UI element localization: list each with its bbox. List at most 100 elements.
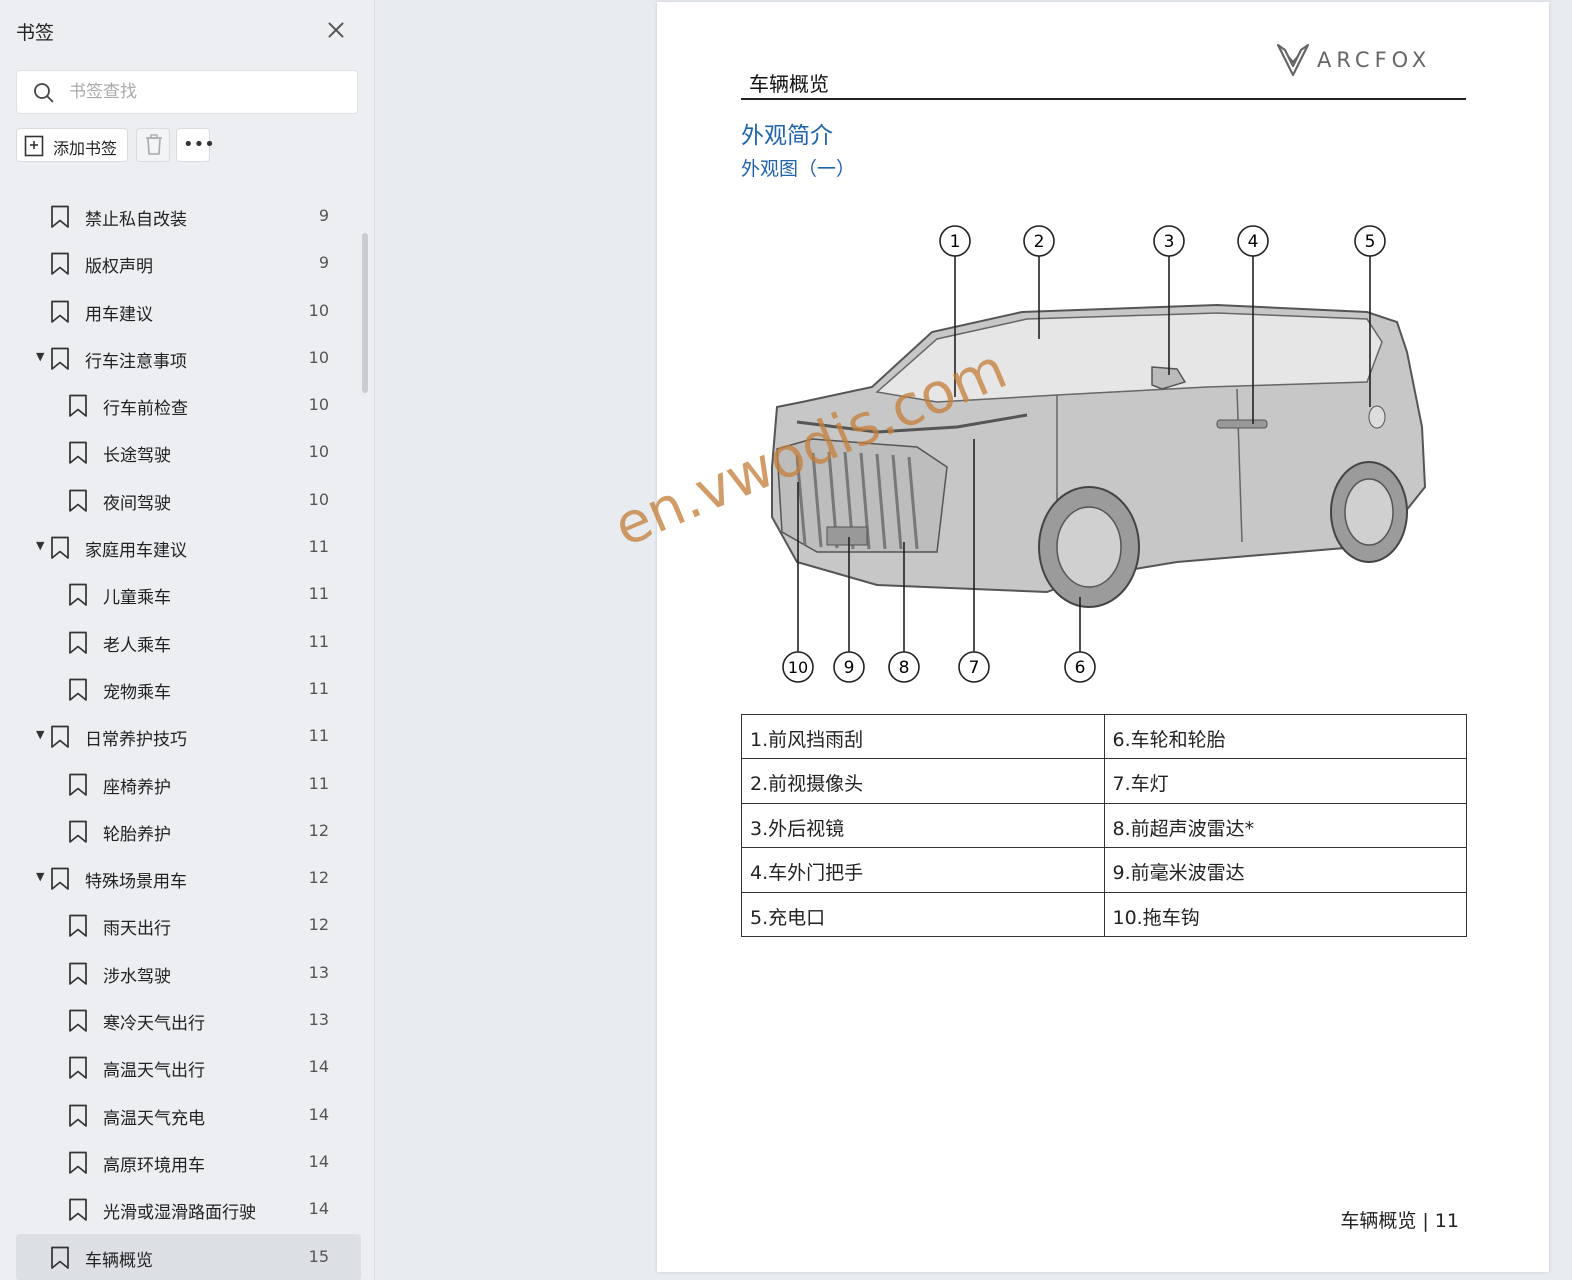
expand-caret-icon[interactable]: ▼ bbox=[36, 539, 44, 552]
close-icon[interactable] bbox=[322, 16, 350, 44]
bookmark-page-number: 11 bbox=[308, 773, 329, 793]
bookmark-item[interactable]: 夜间驾驶 10 bbox=[16, 477, 361, 524]
brand-name: ARCFOX bbox=[1317, 48, 1432, 72]
more-options-button[interactable]: ••• bbox=[176, 128, 215, 162]
add-bookmark-label: 添加书签 bbox=[53, 139, 118, 158]
bookmark-item[interactable]: 雨天出行 12 bbox=[16, 902, 361, 949]
table-cell: 2.前视摄像头 bbox=[741, 758, 1105, 804]
bookmark-item[interactable]: ▼ 家庭用车建议 11 bbox=[16, 524, 361, 571]
bookmark-item[interactable]: 用车建议 10 bbox=[16, 288, 361, 335]
callout-top-2: 2 bbox=[1023, 225, 1055, 257]
table-cell: 8.前超声波雷达* bbox=[1103, 802, 1467, 849]
bookmark-item[interactable]: 座椅养护 11 bbox=[16, 761, 361, 808]
expand-caret-icon[interactable]: ▼ bbox=[36, 728, 44, 741]
bookmark-label: 家庭用车建议 bbox=[85, 541, 187, 562]
sidebar-scrollbar[interactable] bbox=[362, 233, 368, 393]
bookmark-label: 版权声明 bbox=[85, 257, 153, 278]
callout-bottom-6: 6 bbox=[1064, 651, 1096, 683]
svg-text:9: 9 bbox=[844, 658, 855, 678]
bookmark-label: 座椅养护 bbox=[103, 777, 171, 798]
callout-bottom-10: 10 bbox=[782, 651, 814, 683]
bookmark-list: 禁止私自改装 9 版权声明 9 用车建议 10 ▼ 行车注意事项 10 行车前检查 10 长途驾驶 10… bbox=[16, 193, 361, 1280]
bookmark-item[interactable]: ▼ 日常养护技巧 11 bbox=[16, 713, 361, 760]
bookmark-item[interactable]: 长途驾驶 10 bbox=[16, 429, 361, 476]
bookmark-icon bbox=[69, 1151, 87, 1174]
bookmark-label: 儿童乘车 bbox=[103, 588, 171, 609]
search-icon bbox=[34, 83, 54, 103]
bookmark-page-number: 11 bbox=[308, 678, 329, 698]
callout-bottom-7: 7 bbox=[958, 651, 990, 683]
bookmark-label: 用车建议 bbox=[85, 304, 153, 325]
bookmark-label: 行车注意事项 bbox=[85, 351, 187, 372]
bookmark-item[interactable]: 高原环境用车 14 bbox=[16, 1139, 361, 1186]
bookmark-item[interactable]: 儿童乘车 11 bbox=[16, 571, 361, 618]
bookmark-page-number: 11 bbox=[308, 726, 329, 746]
callout-bottom-8: 8 bbox=[888, 651, 920, 683]
bookmark-item[interactable]: 涉水驾驶 13 bbox=[16, 950, 361, 997]
sidebar-header: 书签 bbox=[16, 14, 358, 46]
callout-top-5: 5 bbox=[1354, 225, 1386, 257]
bookmark-page-number: 14 bbox=[308, 1104, 329, 1124]
bookmark-icon bbox=[69, 820, 87, 843]
page-footer: 车辆概览 | 11 bbox=[1340, 1210, 1459, 1232]
svg-text:1: 1 bbox=[950, 232, 961, 252]
bookmark-item[interactable]: 老人乘车 11 bbox=[16, 619, 361, 666]
svg-text:3: 3 bbox=[1164, 232, 1175, 252]
bookmark-icon bbox=[51, 347, 69, 370]
bookmark-item[interactable]: 禁止私自改装 9 bbox=[16, 193, 361, 240]
bookmark-label: 禁止私自改装 bbox=[85, 210, 187, 230]
bookmark-item[interactable]: 车辆概览 15 bbox=[16, 1233, 361, 1280]
expand-caret-icon[interactable]: ▼ bbox=[36, 350, 44, 363]
table-row: 2.前视摄像头 7.车灯 bbox=[741, 758, 1467, 804]
bookmark-label: 长途驾驶 bbox=[103, 446, 171, 467]
bookmark-label: 日常养护技巧 bbox=[85, 730, 187, 751]
bookmark-label: 特殊场景用车 bbox=[85, 872, 187, 893]
table-cell: 1.前风挡雨刮 bbox=[741, 713, 1105, 760]
expand-caret-icon[interactable]: ▼ bbox=[36, 870, 44, 883]
sidebar-title: 书签 bbox=[16, 22, 55, 44]
bookmark-item[interactable]: 宠物乘车 11 bbox=[16, 666, 361, 713]
bookmark-item[interactable]: 光滑或湿滑路面行驶 14 bbox=[16, 1186, 361, 1233]
page-header: 车辆概览 bbox=[749, 72, 829, 96]
bookmark-page-number: 11 bbox=[308, 537, 329, 557]
subsection-title: 外观图（一） bbox=[741, 158, 856, 180]
bookmark-icon bbox=[69, 1104, 87, 1127]
delete-bookmark-button[interactable] bbox=[136, 128, 170, 162]
bookmark-item[interactable]: 寒冷天气出行 13 bbox=[16, 997, 361, 1044]
bookmark-label: 车辆概览 bbox=[85, 1250, 153, 1271]
bookmark-label: 老人乘车 bbox=[103, 635, 171, 656]
bookmark-item[interactable]: 行车前检查 10 bbox=[16, 382, 361, 429]
bookmark-label: 寒冷天气出行 bbox=[103, 1014, 205, 1035]
table-cell: 6.车轮和轮胎 bbox=[1103, 713, 1467, 760]
bookmark-page-number: 11 bbox=[308, 584, 329, 604]
table-cell: 9.前毫米波雷达 bbox=[1103, 847, 1467, 893]
header-divider bbox=[741, 98, 1466, 100]
table-cell: 4.车外门把手 bbox=[741, 847, 1105, 893]
bookmark-item[interactable]: 轮胎养护 12 bbox=[16, 808, 361, 855]
bookmark-label: 轮胎养护 bbox=[103, 824, 171, 845]
bookmark-page-number: 9 bbox=[318, 253, 329, 273]
bookmark-item[interactable]: 高温天气充电 14 bbox=[16, 1092, 361, 1139]
bookmark-item[interactable]: ▼ 行车注意事项 10 bbox=[16, 335, 361, 382]
bookmark-icon bbox=[69, 962, 87, 985]
bookmark-page-number: 9 bbox=[318, 206, 329, 225]
table-row: 3.外后视镜 8.前超声波雷达* bbox=[741, 802, 1467, 849]
add-bookmark-button[interactable]: 添加书签 bbox=[16, 128, 128, 162]
svg-text:10: 10 bbox=[788, 658, 808, 677]
callout-top-1: 1 bbox=[939, 225, 971, 257]
bookmark-item[interactable]: ▼ 特殊场景用车 12 bbox=[16, 855, 361, 902]
bookmark-item[interactable]: 版权声明 9 bbox=[16, 240, 361, 287]
svg-text:6: 6 bbox=[1075, 658, 1086, 678]
bookmark-page-number: 12 bbox=[308, 915, 329, 935]
bookmark-item[interactable]: 高温天气出行 14 bbox=[16, 1044, 361, 1091]
bookmark-label: 光滑或湿滑路面行驶 bbox=[103, 1203, 256, 1224]
bookmark-page-number: 15 bbox=[308, 1246, 329, 1266]
callout-bottom-9: 9 bbox=[833, 651, 865, 683]
bookmark-search-box[interactable] bbox=[16, 70, 358, 114]
bookmark-search-input[interactable] bbox=[69, 79, 339, 105]
bookmark-icon bbox=[51, 205, 69, 228]
table-cell: 7.车灯 bbox=[1103, 758, 1467, 804]
bookmark-label: 行车前检查 bbox=[103, 399, 188, 420]
parts-legend-table: 1.前风挡雨刮 6.车轮和轮胎 2.前视摄像头 7.车灯 3.外后视镜 8.前超… bbox=[741, 713, 1467, 937]
bookmark-page-number: 12 bbox=[308, 820, 329, 840]
